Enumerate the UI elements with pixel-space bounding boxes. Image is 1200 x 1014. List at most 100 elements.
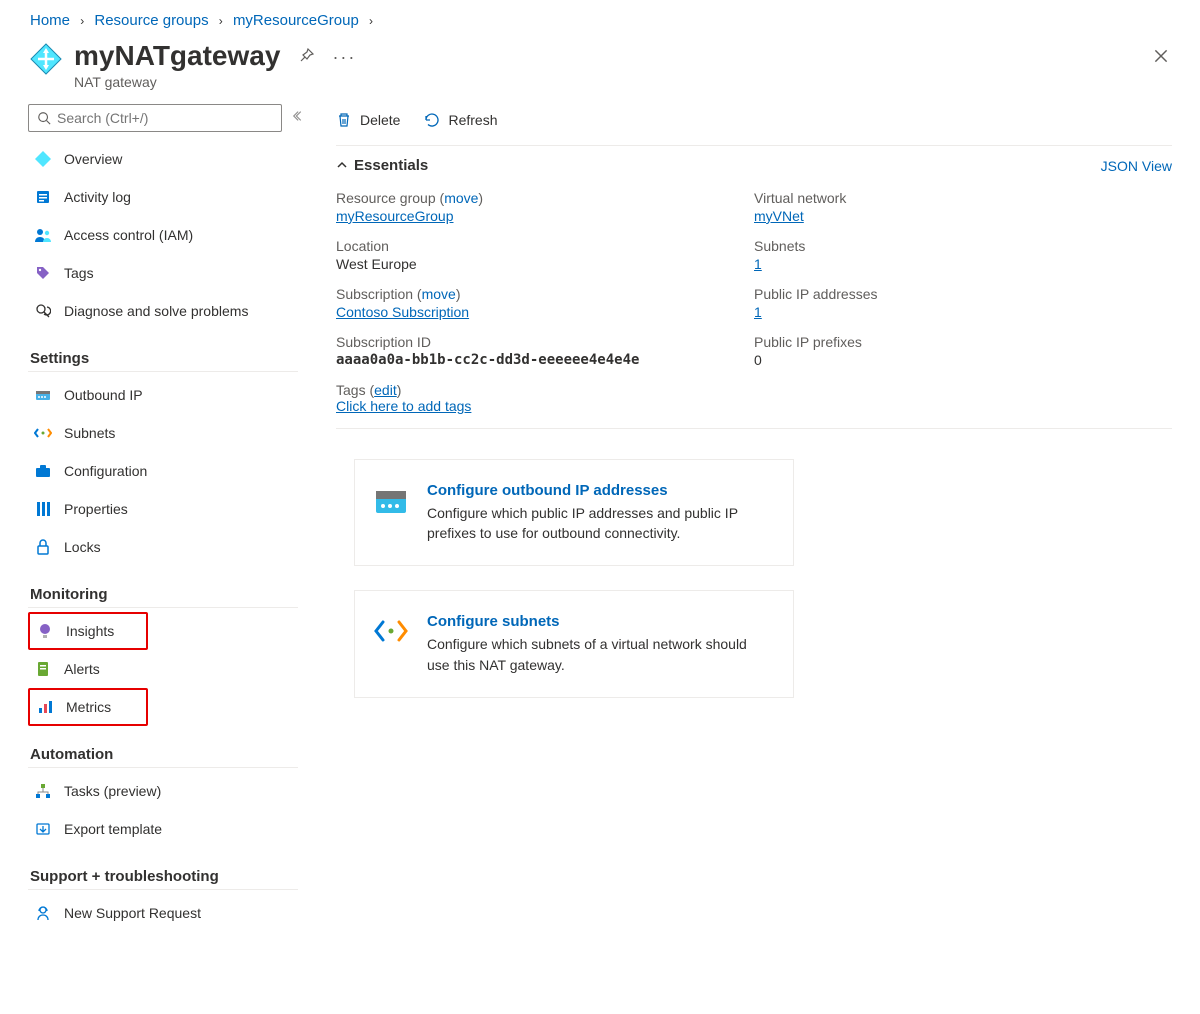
sidebar-item-tasks[interactable]: Tasks (preview): [28, 772, 306, 810]
subnets-link[interactable]: 1: [754, 256, 762, 272]
diagnose-icon: [34, 302, 52, 320]
sidebar-item-label: Properties: [64, 501, 128, 517]
move-subscription-link[interactable]: move: [422, 286, 456, 302]
edit-tags-link[interactable]: edit: [374, 382, 397, 398]
search-input[interactable]: [28, 104, 282, 132]
sidebar-item-export-template[interactable]: Export template: [28, 810, 306, 848]
sidebar-item-label: Activity log: [64, 189, 131, 205]
sidebar-item-outbound-ip[interactable]: Outbound IP: [28, 376, 306, 414]
sidebar-item-tags[interactable]: Tags: [28, 254, 306, 292]
nat-gateway-resource-icon: [28, 41, 64, 77]
sidebar-item-label: Locks: [64, 539, 101, 555]
alerts-icon: [34, 660, 52, 678]
divider: [28, 371, 298, 372]
export-template-icon: [34, 820, 52, 838]
insights-icon: [36, 622, 54, 640]
collapse-sidebar-icon[interactable]: [292, 109, 306, 126]
sidebar-item-label: Access control (IAM): [64, 227, 193, 243]
sidebar: Overview Activity log Access control (IA…: [0, 96, 306, 952]
sidebar-section-support: Support + troubleshooting: [30, 868, 306, 885]
sidebar-item-label: Metrics: [66, 699, 111, 715]
sidebar-item-overview[interactable]: Overview: [28, 140, 306, 178]
pin-icon[interactable]: [298, 48, 314, 67]
more-icon[interactable]: ···: [332, 47, 356, 68]
sidebar-item-locks[interactable]: Locks: [28, 528, 306, 566]
sidebar-item-label: Tasks (preview): [64, 783, 161, 799]
chevron-up-icon[interactable]: [336, 158, 348, 174]
sidebar-item-label: Configuration: [64, 463, 147, 479]
refresh-button[interactable]: Refresh: [424, 112, 497, 128]
tags-label: Tags: [336, 382, 366, 398]
sidebar-item-insights[interactable]: Insights: [30, 614, 146, 648]
sidebar-item-label: Diagnose and solve problems: [64, 303, 248, 319]
divider: [28, 767, 298, 768]
sidebar-item-activity-log[interactable]: Activity log: [28, 178, 306, 216]
chevron-right-icon: ›: [369, 14, 373, 28]
subscription-id-value: aaaa0a0a-bb1b-cc2c-dd3d-eeeeee4e4e4e: [336, 352, 754, 368]
highlight-metrics: Metrics: [28, 688, 148, 726]
public-ip-link[interactable]: 1: [754, 304, 762, 320]
breadcrumb-resource-groups[interactable]: Resource groups: [94, 12, 208, 29]
chevron-right-icon: ›: [219, 14, 223, 28]
refresh-icon: [424, 112, 440, 128]
subnets-card-icon: [373, 613, 409, 649]
location-value: West Europe: [336, 256, 754, 272]
resource-group-link[interactable]: myResourceGroup: [336, 208, 454, 224]
delete-label: Delete: [360, 112, 400, 128]
sidebar-item-subnets[interactable]: Subnets: [28, 414, 306, 452]
sidebar-item-properties[interactable]: Properties: [28, 490, 306, 528]
sidebar-item-label: Subnets: [64, 425, 115, 441]
public-ip-label: Public IP addresses: [754, 286, 1172, 302]
access-control-icon: [34, 226, 52, 244]
sidebar-item-label: Tags: [64, 265, 94, 281]
sidebar-item-alerts[interactable]: Alerts: [28, 650, 306, 688]
field-subscription: Subscription (move) Contoso Subscription: [336, 286, 754, 320]
field-subnets: Subnets 1: [754, 238, 1172, 272]
sidebar-item-diagnose[interactable]: Diagnose and solve problems: [28, 292, 306, 330]
tags-icon: [34, 264, 52, 282]
metrics-icon: [36, 698, 54, 716]
vnet-link[interactable]: myVNet: [754, 208, 804, 224]
chevron-right-icon: ›: [80, 14, 84, 28]
location-label: Location: [336, 238, 754, 254]
sidebar-item-configuration[interactable]: Configuration: [28, 452, 306, 490]
card-configure-subnets[interactable]: Configure subnets Configure which subnet…: [354, 590, 794, 698]
sidebar-section-settings: Settings: [30, 350, 306, 367]
subscription-link[interactable]: Contoso Subscription: [336, 304, 469, 320]
tasks-icon: [34, 782, 52, 800]
json-view-link[interactable]: JSON View: [1101, 158, 1172, 174]
sidebar-item-label: Export template: [64, 821, 162, 837]
nat-gateway-icon: [34, 150, 52, 168]
sidebar-item-metrics[interactable]: Metrics: [30, 690, 146, 724]
outbound-ip-card-icon: [373, 482, 409, 518]
activity-log-icon: [34, 188, 52, 206]
add-tags-link[interactable]: Click here to add tags: [336, 398, 471, 414]
sidebar-item-label: Overview: [64, 151, 122, 167]
field-tags: Tags (edit) Click here to add tags: [336, 382, 1172, 429]
page-subtitle: NAT gateway: [74, 74, 280, 90]
card-desc: Configure which public IP addresses and …: [427, 503, 771, 544]
field-location: Location West Europe: [336, 238, 754, 272]
toolbar: Delete Refresh: [336, 96, 1172, 146]
sidebar-item-label: New Support Request: [64, 905, 201, 921]
sidebar-item-new-support[interactable]: New Support Request: [28, 894, 306, 932]
refresh-label: Refresh: [448, 112, 497, 128]
field-subscription-id: Subscription ID aaaa0a0a-bb1b-cc2c-dd3d-…: [336, 334, 754, 368]
breadcrumb-home[interactable]: Home: [30, 12, 70, 29]
close-icon[interactable]: [1152, 52, 1170, 68]
page-title: myNATgateway: [74, 41, 280, 72]
card-configure-outbound-ip[interactable]: Configure outbound IP addresses Configur…: [354, 459, 794, 567]
card-desc: Configure which subnets of a virtual net…: [427, 634, 771, 675]
field-resource-group: Resource group (move) myResourceGroup: [336, 190, 754, 224]
breadcrumb: Home › Resource groups › myResourceGroup…: [0, 0, 1200, 37]
breadcrumb-my-resource-group[interactable]: myResourceGroup: [233, 12, 359, 29]
sidebar-item-label: Outbound IP: [64, 387, 143, 403]
sidebar-item-label: Insights: [66, 623, 114, 639]
vnet-label: Virtual network: [754, 190, 1172, 206]
move-resource-group-link[interactable]: move: [444, 190, 478, 206]
divider: [28, 607, 298, 608]
delete-button[interactable]: Delete: [336, 112, 400, 128]
sidebar-item-label: Alerts: [64, 661, 100, 677]
divider: [28, 889, 298, 890]
sidebar-item-access-control[interactable]: Access control (IAM): [28, 216, 306, 254]
